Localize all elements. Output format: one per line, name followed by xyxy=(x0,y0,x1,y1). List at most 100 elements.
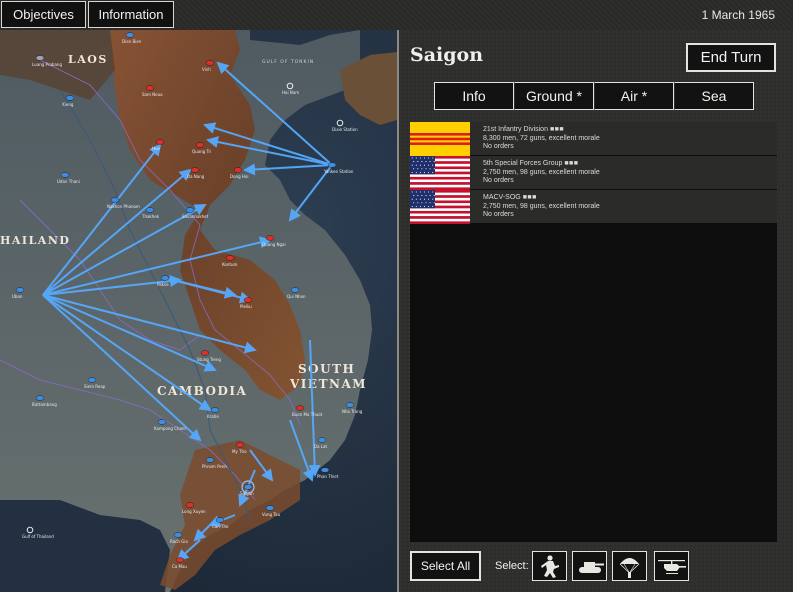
objectives-button[interactable]: Objectives xyxy=(1,1,86,28)
town-icon[interactable] xyxy=(35,55,45,61)
enemy-unit-icon[interactable] xyxy=(205,60,215,66)
map-canvas[interactable]: LAOS HAILAND CAMBODIA SOUTH VIETNAM GULF… xyxy=(0,30,397,592)
town-label: Xieng xyxy=(62,102,74,107)
select-infantry-button[interactable] xyxy=(532,551,567,581)
town-label: Udon Thani xyxy=(57,179,80,184)
enemy-unit-icon[interactable] xyxy=(145,85,155,91)
unit-orders: No orders xyxy=(483,143,514,150)
enemy-unit-icon[interactable] xyxy=(200,350,210,356)
town-label: Phnom Penh xyxy=(202,464,227,469)
unit-orders: No orders xyxy=(483,211,514,218)
select-armor-button[interactable] xyxy=(572,551,607,581)
top-bar: Objectives Information 1 March 1965 xyxy=(0,0,793,30)
friendly-unit-icon[interactable] xyxy=(15,287,25,293)
town-label: Luang Prabang xyxy=(32,62,62,67)
town-label: Dong Hoi xyxy=(230,174,248,179)
unit-name: MACV-SOG xyxy=(483,194,521,201)
enemy-unit-icon[interactable] xyxy=(190,167,200,173)
friendly-unit-icon[interactable] xyxy=(65,95,75,101)
friendly-unit-icon[interactable] xyxy=(60,172,70,178)
town-label: Ubon xyxy=(12,294,23,299)
unit-orders: No orders xyxy=(483,177,514,184)
friendly-unit-icon[interactable] xyxy=(265,505,275,511)
friendly-unit-icon[interactable] xyxy=(35,395,45,401)
town-label: Stung Treng xyxy=(197,357,221,362)
town-label: Gulf of Thailand xyxy=(22,534,54,539)
unit-row[interactable]: 5th Special Forces Group ■■■ 2,750 men, … xyxy=(410,156,777,190)
campaign-map[interactable]: LAOS HAILAND CAMBODIA SOUTH VIETNAM GULF… xyxy=(0,30,397,592)
selection-bar: Select All Select: xyxy=(410,551,780,581)
friendly-unit-icon[interactable] xyxy=(345,402,355,408)
enemy-unit-icon[interactable] xyxy=(235,442,245,448)
select-airborne-button[interactable] xyxy=(612,551,647,581)
unit-row[interactable]: 21st Infantry Division ■■■ 8,300 men, 72… xyxy=(410,122,777,156)
enemy-unit-icon[interactable] xyxy=(265,235,275,241)
unit-strength: 2,750 men, 98 guns, excellent morale xyxy=(483,202,600,210)
friendly-unit-icon[interactable] xyxy=(215,517,225,523)
town-label: Phan Thiet xyxy=(317,474,339,479)
town-label: Kratie xyxy=(207,414,219,419)
unit-info: 21st Infantry Division ■■■ 8,300 men, 72… xyxy=(483,126,600,152)
tab-air[interactable]: Air * xyxy=(594,82,674,110)
friendly-unit-icon[interactable] xyxy=(110,197,120,203)
location-panel: Saigon End Turn Info Ground * Air * Sea … xyxy=(399,30,793,592)
friendly-unit-icon[interactable] xyxy=(160,275,170,281)
country-label-south-vietnam-2: VIETNAM xyxy=(289,377,367,391)
enemy-unit-icon[interactable] xyxy=(185,502,195,508)
town-label: My Tho xyxy=(232,449,247,454)
town-label: Buon Ma Thuot xyxy=(292,412,323,417)
friendly-unit-icon[interactable] xyxy=(210,407,220,413)
friendly-unit-icon[interactable] xyxy=(125,32,135,38)
town-label: Dixie Station xyxy=(332,127,358,132)
enemy-unit-icon[interactable] xyxy=(243,297,253,303)
friendly-unit-icon[interactable] xyxy=(185,207,195,213)
unit-row[interactable]: MACV-SOG ■■■ 2,750 men, 98 guns, excelle… xyxy=(410,190,777,224)
town-label: Savannakhet xyxy=(182,214,209,219)
town-label: Pakse xyxy=(157,282,169,287)
town-label: Qui Nhon xyxy=(287,294,306,299)
enemy-unit-icon[interactable] xyxy=(225,255,235,261)
tab-ground[interactable]: Ground * xyxy=(514,82,594,110)
town-label: Da Lat xyxy=(314,444,327,449)
end-turn-button[interactable]: End Turn xyxy=(686,43,776,72)
enemy-unit-icon[interactable] xyxy=(195,142,205,148)
friendly-unit-icon[interactable] xyxy=(320,467,330,473)
friendly-unit-icon[interactable] xyxy=(243,484,253,490)
location-title: Saigon xyxy=(410,44,484,66)
town-label: Hai Nam xyxy=(282,90,299,95)
friendly-unit-icon[interactable] xyxy=(327,162,337,168)
friendly-unit-icon[interactable] xyxy=(87,377,97,383)
town-label: Da Nang xyxy=(187,174,205,179)
town-label: Yankee Station xyxy=(323,169,354,174)
friendly-unit-icon[interactable] xyxy=(145,207,155,213)
town-label: Nha Trang xyxy=(342,409,363,414)
information-button[interactable]: Information xyxy=(88,1,174,28)
friendly-unit-icon[interactable] xyxy=(173,532,183,538)
unit-info: MACV-SOG ■■■ 2,750 men, 98 guns, excelle… xyxy=(483,194,600,220)
town-label: Can Tho xyxy=(212,524,229,529)
tab-sea[interactable]: Sea xyxy=(674,82,754,110)
south-vietnam-flag-icon xyxy=(410,122,470,156)
friendly-unit-icon[interactable] xyxy=(290,287,300,293)
town-label: Vung Tau xyxy=(262,512,281,517)
town-label: Hue xyxy=(152,146,161,151)
sea-label: GULF OF TONKIN xyxy=(262,59,314,65)
friendly-unit-icon[interactable] xyxy=(157,419,167,425)
unit-name: 21st Infantry Division xyxy=(483,126,548,133)
town-label: Battambang xyxy=(32,402,57,407)
unit-list: 21st Infantry Division ■■■ 8,300 men, 72… xyxy=(410,122,777,542)
town-label: Nakhon Phanom xyxy=(107,204,140,209)
enemy-unit-icon[interactable] xyxy=(155,139,165,145)
town-label: Pleiku xyxy=(240,304,252,309)
friendly-unit-icon[interactable] xyxy=(317,437,327,443)
enemy-unit-icon[interactable] xyxy=(175,557,185,563)
enemy-unit-icon[interactable] xyxy=(233,167,243,173)
select-helicopter-button[interactable] xyxy=(654,551,689,581)
country-label-laos: LAOS xyxy=(68,53,108,66)
infantry-icon xyxy=(541,555,559,578)
enemy-unit-icon[interactable] xyxy=(295,405,305,411)
select-all-button[interactable]: Select All xyxy=(410,551,481,581)
tab-info[interactable]: Info xyxy=(434,82,514,110)
friendly-unit-icon[interactable] xyxy=(205,457,215,463)
town-label: Ca Mau xyxy=(172,564,187,569)
